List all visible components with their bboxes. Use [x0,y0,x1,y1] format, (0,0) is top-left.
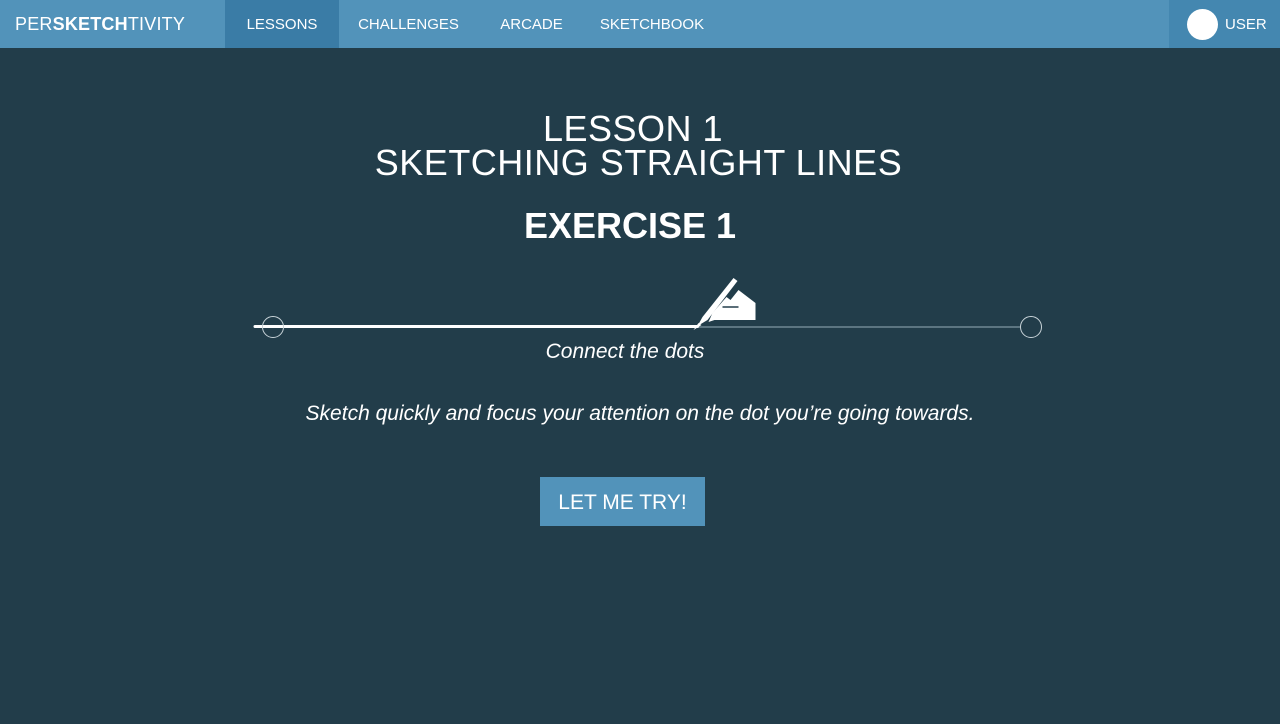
lesson-name: SKETCHING STRAIGHT LINES [374,142,903,183]
nav-item-sketchbook[interactable]: SKETCHBOOK [585,0,719,48]
hand-pen-icon [693,278,756,330]
logo-suffix: TIVITY [127,14,186,34]
instruction-text: Sketch quickly and focus your attention … [305,402,975,425]
nav-item-challenges[interactable]: CHALLENGES [339,0,478,48]
user-label: USER [1225,16,1267,33]
app-logo[interactable]: PERSKETCHTIVITY [0,0,225,48]
top-navigation-bar: PERSKETCHTIVITY LESSONS CHALLENGES ARCAD… [0,0,1280,48]
user-menu[interactable]: USER [1169,0,1280,48]
nav-item-arcade[interactable]: ARCADE [478,0,585,48]
avatar [1187,9,1218,40]
nav-item-lessons[interactable]: LESSONS [225,0,339,48]
demo-caption: Connect the dots [545,340,705,363]
connect-dots-demo [250,270,1050,340]
logo-strong: SKETCH [52,14,128,34]
end-dot [1020,316,1042,338]
logo-prefix: PER [15,14,53,34]
lesson-title: LESSON 1 SKETCHING STRAIGHT LINES [0,108,1280,183]
lesson-number: LESSON 1 [542,108,724,149]
exercise-title: EXERCISE 1 [523,205,737,246]
let-me-try-button[interactable]: LET ME TRY! [540,477,705,526]
demo-illustration [253,278,1042,338]
